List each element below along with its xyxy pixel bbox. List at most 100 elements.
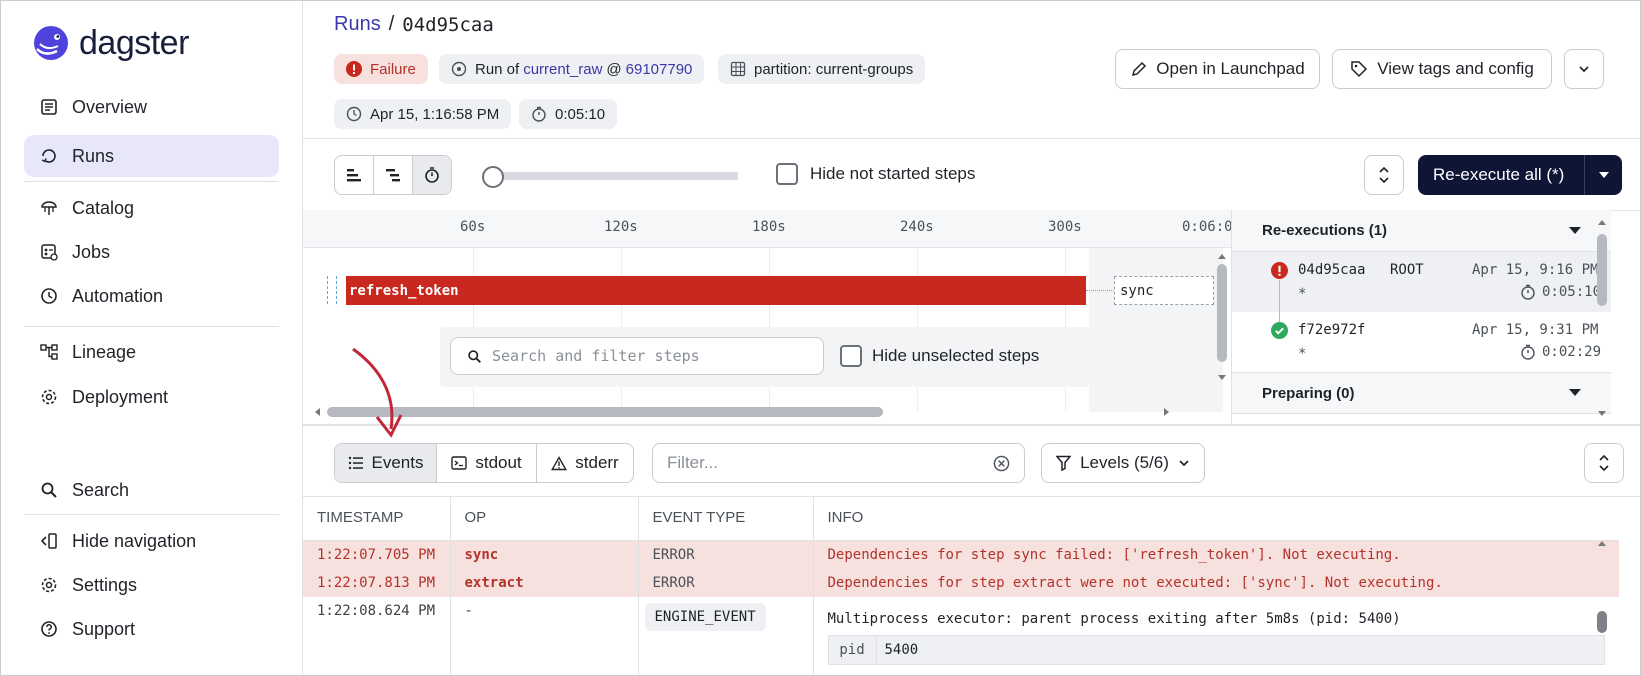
- gantt-step-bar-sync[interactable]: sync: [1114, 276, 1214, 305]
- table-row[interactable]: 1:22:08.624 PM - ENGINE_EVENT Multiproce…: [303, 596, 1619, 675]
- log-scrollbar[interactable]: [1595, 537, 1609, 673]
- snapshot-link[interactable]: 69107790: [626, 61, 693, 78]
- hide-not-started-box[interactable]: [776, 163, 798, 185]
- nav-automation[interactable]: Automation: [24, 275, 279, 317]
- start-time: Apr 15, 1:16:58 PM: [370, 105, 500, 123]
- open-in-launchpad-button[interactable]: Open in Launchpad: [1115, 49, 1320, 89]
- table-row[interactable]: 1:22:07.705 PM sync ERROR Dependencies f…: [303, 540, 1619, 569]
- hide-unselected-checkbox[interactable]: Hide unselected steps: [840, 345, 1039, 367]
- at-symbol: @: [606, 60, 622, 78]
- cell-op[interactable]: sync: [450, 540, 639, 569]
- partition-label: partition: current-groups: [754, 60, 914, 78]
- nav-jobs-label: Jobs: [72, 241, 111, 262]
- gantt-future-region: [1089, 248, 1223, 412]
- reexecution-run-row[interactable]: 04d95caa ROOT Apr 15, 9:16 PM * 0:05:10: [1232, 252, 1611, 324]
- cell-op[interactable]: extract: [450, 568, 639, 597]
- view-mode-flat-button[interactable]: [335, 156, 374, 194]
- gantt-step-bar-refresh-token[interactable]: refresh_token: [346, 276, 1086, 305]
- view-mode-toggle: [334, 155, 452, 195]
- run-id-link[interactable]: f72e972f: [1298, 322, 1365, 338]
- chevron-down-icon: [1579, 66, 1589, 73]
- split-divider[interactable]: [303, 424, 1640, 426]
- nav-hide-navigation-label: Hide navigation: [72, 530, 197, 551]
- log-expand-button[interactable]: [1584, 443, 1624, 483]
- nav-deployment[interactable]: Deployment: [24, 376, 279, 418]
- run-duration: 0:05:10: [1520, 284, 1601, 300]
- zoom-slider-handle[interactable]: [482, 166, 504, 188]
- reexecutions-header[interactable]: Re-executions (1): [1232, 210, 1611, 252]
- reexecute-options-dropdown[interactable]: [1585, 172, 1622, 178]
- scroll-up-icon[interactable]: [1597, 218, 1607, 226]
- gantt-horizontal-scrollbar[interactable]: [313, 406, 1213, 418]
- dagster-wordmark: dagster: [79, 23, 189, 62]
- scroll-right-icon[interactable]: [1163, 407, 1171, 417]
- warning-icon: [551, 455, 568, 470]
- preparing-header[interactable]: Preparing (0): [1232, 372, 1611, 414]
- column-header-info: INFO: [813, 496, 1619, 541]
- tab-stderr-label: stderr: [575, 453, 619, 472]
- step-search-input[interactable]: Search and filter steps: [450, 337, 824, 375]
- step-search-placeholder: Search and filter steps: [492, 347, 700, 365]
- nav-jobs[interactable]: Jobs: [24, 231, 279, 273]
- run-step-selector: *: [1298, 286, 1307, 302]
- hide-not-started-checkbox[interactable]: Hide not started steps: [776, 163, 975, 185]
- metadata-key: pid: [829, 635, 877, 664]
- nav-runs-label: Runs: [72, 145, 115, 166]
- pencil-icon: [1132, 61, 1147, 76]
- log-filter-input[interactable]: Filter...: [652, 443, 1025, 483]
- view-mode-timed-button[interactable]: [413, 156, 451, 194]
- reexecute-all-button[interactable]: Re-execute all (*): [1418, 155, 1622, 195]
- nav-runs[interactable]: Runs: [24, 135, 279, 177]
- hide-unselected-box[interactable]: [840, 345, 862, 367]
- nav-catalog[interactable]: Catalog: [24, 187, 279, 229]
- tab-stderr[interactable]: stderr: [537, 444, 633, 482]
- job-link[interactable]: current_raw: [523, 61, 602, 78]
- stopwatch-icon: [1521, 344, 1535, 360]
- reexecutions-scroll-thumb[interactable]: [1597, 234, 1607, 306]
- table-row[interactable]: 1:22:07.813 PM extract ERROR Dependencie…: [303, 568, 1619, 597]
- run-duration-value: 0:05:10: [1542, 284, 1602, 300]
- gantt-step-label: sync: [1120, 282, 1154, 299]
- view-mode-waterfall-button[interactable]: [374, 156, 413, 194]
- tab-stdout[interactable]: stdout: [437, 444, 537, 482]
- preparing-title: Preparing (0): [1262, 384, 1355, 402]
- scroll-down-icon[interactable]: [1597, 410, 1607, 418]
- nav-hide-navigation[interactable]: Hide navigation: [24, 520, 279, 562]
- clear-icon[interactable]: [993, 455, 1010, 472]
- nav-overview[interactable]: Overview: [24, 86, 279, 128]
- nav-search[interactable]: Search: [24, 469, 279, 511]
- zoom-slider[interactable]: [482, 166, 740, 188]
- nav-settings[interactable]: Settings: [24, 564, 279, 606]
- reexecution-run-row[interactable]: f72e972f Apr 15, 9:31 PM * 0:02:29: [1232, 312, 1611, 372]
- start-time-pill: Apr 15, 1:16:58 PM: [334, 99, 512, 129]
- nav-support[interactable]: Support: [24, 608, 279, 650]
- scroll-up-icon[interactable]: [1597, 539, 1607, 547]
- nav-catalog-label: Catalog: [72, 197, 135, 218]
- log-scroll-thumb[interactable]: [1597, 611, 1607, 633]
- levels-filter-button[interactable]: Levels (5/6): [1041, 443, 1205, 483]
- scroll-left-icon[interactable]: [313, 407, 321, 417]
- chevron-down-icon: [1179, 460, 1189, 467]
- nav-deployment-label: Deployment: [72, 386, 169, 407]
- gantt-vertical-scrollbar[interactable]: [1215, 248, 1229, 388]
- scroll-up-icon[interactable]: [1217, 252, 1227, 260]
- expand-collapse-button[interactable]: [1364, 155, 1404, 195]
- scroll-down-icon[interactable]: [1217, 374, 1227, 382]
- terminal-icon: [451, 456, 468, 470]
- run-time: Apr 15, 9:31 PM: [1472, 322, 1599, 338]
- reexecutions-title: Re-executions (1): [1262, 222, 1388, 239]
- dagster-logo[interactable]: dagster: [31, 23, 189, 63]
- partition-pill[interactable]: partition: current-groups: [718, 54, 926, 84]
- more-actions-button[interactable]: [1564, 49, 1604, 89]
- gantt-vscroll-thumb[interactable]: [1217, 264, 1227, 362]
- tab-events[interactable]: Events: [335, 444, 437, 482]
- settings-gear-icon: [41, 577, 57, 593]
- nav-divider: [24, 181, 279, 182]
- reexecutions-scrollbar[interactable]: [1595, 210, 1609, 424]
- nav-lineage[interactable]: Lineage: [24, 331, 279, 373]
- run-id-link[interactable]: 04d95caa: [1298, 262, 1365, 278]
- view-tags-button[interactable]: View tags and config: [1332, 49, 1552, 89]
- breadcrumb-runs-link[interactable]: Runs: [334, 13, 381, 36]
- failure-status-icon: [1271, 262, 1288, 279]
- reexecute-all-label: Re-execute all (*): [1433, 165, 1565, 184]
